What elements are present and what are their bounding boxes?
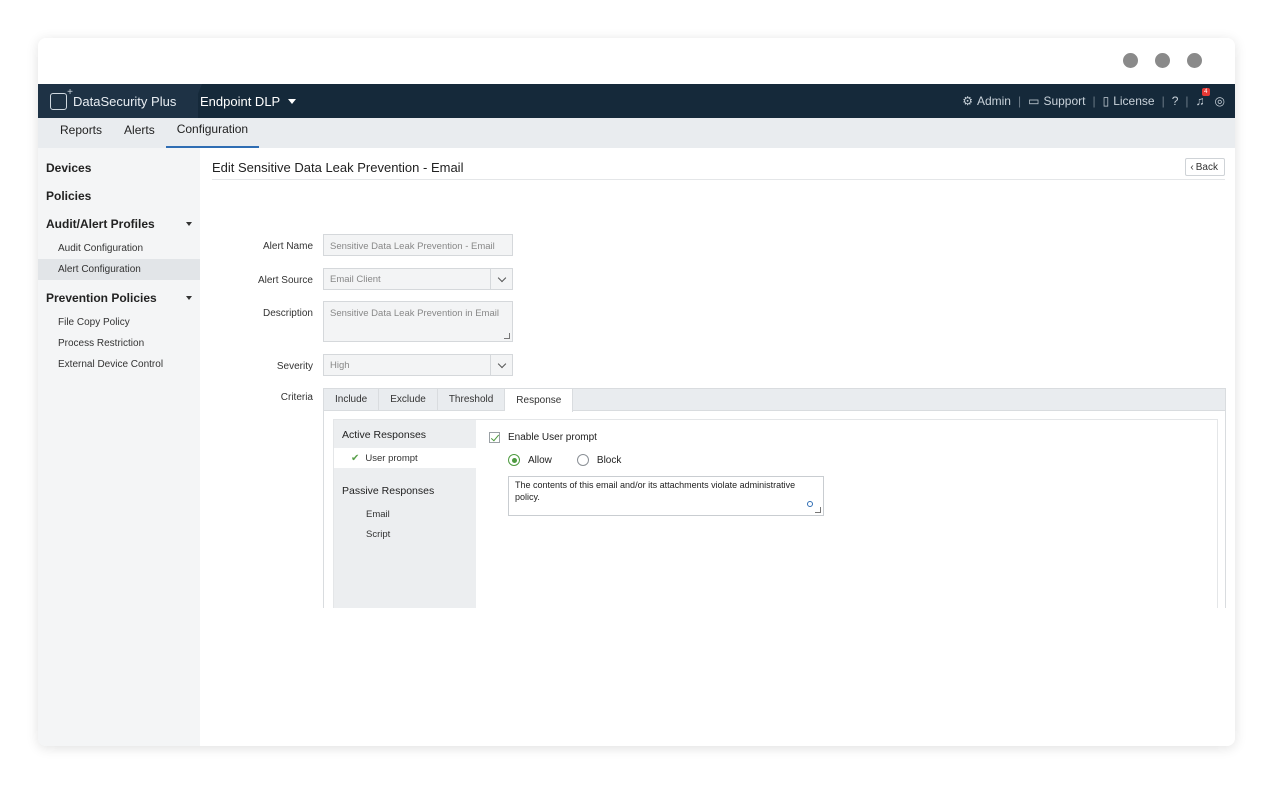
- window-dot-3[interactable]: [1187, 53, 1202, 68]
- description-textarea[interactable]: Sensitive Data Leak Prevention in Email: [323, 301, 513, 342]
- alert-source-select[interactable]: Email Client: [323, 268, 513, 290]
- sidebar-item-label: Audit/Alert Profiles: [46, 217, 155, 231]
- enable-user-prompt-row: Enable User prompt: [489, 432, 597, 443]
- sidebar-group-prevention-policies[interactable]: Prevention Policies: [38, 284, 200, 312]
- response-item-user-prompt[interactable]: ✔ User prompt: [334, 448, 476, 468]
- tab-threshold[interactable]: Threshold: [438, 389, 506, 410]
- help-link[interactable]: ?: [1172, 94, 1179, 108]
- divider: |: [1017, 94, 1022, 108]
- block-radio[interactable]: [576, 454, 589, 466]
- block-label: Block: [596, 454, 622, 466]
- license-icon: ▯: [1102, 94, 1110, 108]
- admin-label: Admin: [976, 94, 1011, 108]
- sidebar-item-alert-configuration[interactable]: Alert Configuration: [38, 259, 200, 280]
- alert-source-label: Alert Source: [257, 275, 313, 286]
- chat-icon: ▭: [1028, 94, 1040, 108]
- brand-logo-icon: [50, 87, 73, 110]
- tab-exclude[interactable]: Exclude: [379, 389, 438, 410]
- divider: |: [1092, 94, 1096, 108]
- tab-reports[interactable]: Reports: [49, 118, 113, 148]
- admin-link[interactable]: ⚙ Admin: [962, 94, 1011, 108]
- response-body: Active Responses ✔ User prompt Passive Re…: [333, 419, 1218, 608]
- back-label: Back: [1195, 161, 1218, 173]
- enable-user-prompt-checkbox[interactable]: [489, 432, 500, 443]
- product-name: Endpoint DLP: [200, 93, 281, 109]
- sidebar: Devices Policies Audit/Alert Profiles Au…: [38, 148, 200, 746]
- window-dot-1[interactable]: [1123, 53, 1138, 68]
- sidebar-group-audit-alert-profiles[interactable]: Audit/Alert Profiles: [38, 210, 200, 238]
- bell-icon: ♫: [1195, 94, 1205, 108]
- window-titlebar: [38, 38, 1235, 84]
- prompt-action-radios: Allow Block: [508, 454, 621, 466]
- main-content: Edit Sensitive Data Leak Prevention - Em…: [200, 148, 1235, 746]
- chevron-down-icon: [490, 269, 512, 289]
- sidebar-item-devices[interactable]: Devices: [38, 154, 200, 182]
- criteria-panel: Include Exclude Threshold Response Activ…: [323, 388, 1226, 608]
- tab-include[interactable]: Include: [324, 389, 380, 410]
- tab-response[interactable]: Response: [505, 389, 574, 412]
- sidebar-item-file-copy-policy[interactable]: File Copy Policy: [38, 312, 200, 333]
- enable-user-prompt-label: Enable User prompt: [508, 432, 597, 443]
- severity-label: Severity: [276, 361, 313, 372]
- check-icon: ✔: [351, 452, 360, 464]
- caret-down-icon: [186, 222, 192, 226]
- page-title: Edit Sensitive Data Leak Prevention - Em…: [212, 160, 464, 175]
- alert-name-label: Alert Name: [262, 241, 313, 252]
- brand[interactable]: DataSecurity Plus: [38, 84, 198, 118]
- passive-responses-heading: Passive Responses: [342, 485, 435, 497]
- prompt-message-textarea[interactable]: The contents of this email and/or its at…: [508, 476, 824, 516]
- gear-icon: ⚙: [962, 94, 973, 108]
- resize-handle-icon[interactable]: [504, 333, 510, 339]
- sidebar-item-process-restriction[interactable]: Process Restriction: [38, 333, 200, 354]
- top-links: ⚙ Admin | ▭ Support | ▯ License | ? | ♫ 4 ◎: [962, 84, 1225, 118]
- sidebar-item-external-device-control[interactable]: External Device Control: [38, 354, 200, 375]
- allow-radio[interactable]: [508, 454, 520, 466]
- support-link[interactable]: ▭ Support: [1028, 94, 1085, 108]
- top-bar: DataSecurity Plus Endpoint DLP ⚙Admin | …: [38, 84, 1235, 118]
- response-list: Active Responses ✔ User prompt Passive Re…: [334, 420, 476, 608]
- tab-configuration[interactable]: Configuration: [165, 118, 260, 148]
- active-responses-heading: Active Responses: [342, 429, 427, 441]
- sidebar-item-label: Devices: [46, 161, 92, 175]
- sidebar-item-policies[interactable]: Policies: [38, 182, 200, 210]
- allow-label: Allow: [528, 454, 552, 466]
- user-icon[interactable]: ◎: [1215, 94, 1225, 108]
- alert-name-input[interactable]: Sensitive Data Leak Prevention - Email: [323, 234, 513, 256]
- sidebar-item-label: Policies: [46, 189, 92, 203]
- prompt-message-value: The contents of this email and/or its at…: [515, 480, 796, 502]
- sidebar-item-audit-configuration[interactable]: Audit Configuration: [38, 238, 200, 259]
- notifications-button[interactable]: ♫ 4: [1195, 88, 1210, 108]
- support-label: Support: [1043, 94, 1086, 108]
- product-switcher[interactable]: Endpoint DLP: [200, 84, 297, 118]
- title-divider: [212, 179, 1225, 180]
- criteria-tabs: Include Exclude Threshold Response: [324, 389, 1225, 412]
- resize-handle-icon[interactable]: [815, 507, 821, 513]
- chevron-down-icon: [490, 355, 512, 375]
- severity-select[interactable]: High: [323, 354, 513, 376]
- response-item-label: User prompt: [365, 452, 418, 464]
- license-label: License: [1113, 94, 1155, 108]
- window-dot-2[interactable]: [1155, 53, 1170, 68]
- divider: |: [1161, 94, 1165, 108]
- description-value: Sensitive Data Leak Prevention in Email: [330, 308, 499, 319]
- chevron-left-icon: ‹: [1190, 161, 1194, 173]
- divider: |: [1185, 94, 1189, 108]
- tab-alerts[interactable]: Alerts: [113, 118, 166, 148]
- license-link[interactable]: ▯ License: [1103, 94, 1155, 108]
- notification-badge: 4: [1202, 88, 1210, 96]
- severity-value: High: [330, 359, 350, 371]
- response-item-email[interactable]: Email: [334, 504, 476, 524]
- sub-nav: Reports Alerts Configuration: [38, 118, 1235, 148]
- insert-variable-icon[interactable]: [807, 501, 813, 507]
- app-window: DataSecurity Plus Endpoint DLP ⚙Admin | …: [38, 38, 1235, 746]
- back-button[interactable]: ‹ Back: [1185, 158, 1225, 176]
- alert-source-value: Email Client: [330, 273, 381, 285]
- sidebar-item-label: Prevention Policies: [46, 291, 157, 305]
- caret-down-icon: [186, 296, 192, 300]
- brand-name: DataSecurity Plus: [73, 93, 177, 109]
- caret-down-icon: [288, 98, 297, 104]
- criteria-label: Criteria: [280, 392, 313, 403]
- description-label: Description: [262, 308, 313, 319]
- response-item-script[interactable]: Script: [334, 524, 476, 544]
